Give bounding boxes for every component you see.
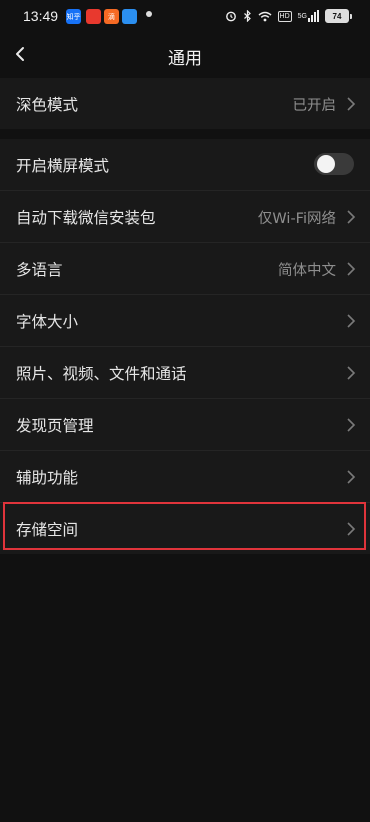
font-size-label: 字体大小 bbox=[16, 313, 79, 331]
dark-mode-value: 已开启 bbox=[292, 98, 337, 114]
chevron-right-icon bbox=[347, 470, 356, 484]
chevron-right-icon bbox=[347, 314, 356, 328]
row-dark-mode[interactable]: 深色模式 已开启 bbox=[0, 78, 370, 129]
bluetooth-icon bbox=[243, 10, 252, 22]
dark-mode-label: 深色模式 bbox=[16, 96, 79, 114]
alarm-icon bbox=[225, 10, 237, 22]
hd-badge: HD bbox=[277, 10, 292, 22]
row-font-size[interactable]: 字体大小 bbox=[0, 295, 370, 347]
settings-group-display: 深色模式 已开启 bbox=[0, 78, 370, 129]
row-discover-management[interactable]: 发现页管理 bbox=[0, 399, 370, 451]
zhihu-app-icon: 知乎 bbox=[66, 9, 81, 24]
status-icons: HD 5G 74 bbox=[225, 8, 352, 24]
discover-label: 发现页管理 bbox=[16, 417, 94, 435]
battery-icon: 74 bbox=[325, 9, 352, 23]
signal-label: 5G bbox=[297, 12, 307, 20]
settings-group-general: 开启横屏模式 自动下载微信安装包 仅Wi-Fi网络 多语言 简体中文 字体大小 … bbox=[0, 139, 370, 554]
page-title: 通用 bbox=[168, 49, 202, 69]
language-label: 多语言 bbox=[16, 261, 63, 279]
language-value: 简体中文 bbox=[278, 263, 336, 279]
red-app-icon bbox=[86, 9, 101, 24]
orange-app-icon: 滴 bbox=[104, 9, 119, 24]
chevron-right-icon bbox=[347, 522, 356, 536]
chevron-right-icon bbox=[347, 418, 356, 432]
battery-level: 74 bbox=[325, 9, 349, 23]
chevron-right-icon bbox=[347, 210, 356, 224]
status-time: 13:49 bbox=[23, 8, 59, 24]
status-bar: 13:49 知乎 滴 HD 5G 74 bbox=[0, 0, 370, 32]
toggle-knob bbox=[317, 155, 335, 173]
landscape-mode-label: 开启横屏模式 bbox=[16, 157, 110, 175]
row-storage[interactable]: 存储空间 bbox=[0, 503, 370, 554]
accessibility-label: 辅助功能 bbox=[16, 469, 79, 487]
chevron-right-icon bbox=[347, 97, 356, 111]
chevron-right-icon bbox=[347, 366, 356, 380]
chevron-right-icon bbox=[347, 262, 356, 276]
storage-label: 存储空间 bbox=[16, 521, 79, 539]
wifi-icon bbox=[258, 11, 272, 22]
nav-bar: 通用 bbox=[0, 32, 370, 78]
row-accessibility[interactable]: 辅助功能 bbox=[0, 451, 370, 503]
media-label: 照片、视频、文件和通话 bbox=[16, 365, 187, 383]
landscape-mode-toggle[interactable] bbox=[314, 153, 354, 175]
signal-icon: 5G bbox=[298, 10, 319, 22]
notification-dot-icon bbox=[146, 11, 152, 17]
blue-app-icon bbox=[122, 9, 137, 24]
row-media[interactable]: 照片、视频、文件和通话 bbox=[0, 347, 370, 399]
row-landscape-mode: 开启横屏模式 bbox=[0, 139, 370, 191]
auto-download-label: 自动下载微信安装包 bbox=[16, 209, 156, 227]
row-language[interactable]: 多语言 简体中文 bbox=[0, 243, 370, 295]
auto-download-value: 仅Wi-Fi网络 bbox=[257, 211, 336, 227]
row-auto-download[interactable]: 自动下载微信安装包 仅Wi-Fi网络 bbox=[0, 191, 370, 243]
